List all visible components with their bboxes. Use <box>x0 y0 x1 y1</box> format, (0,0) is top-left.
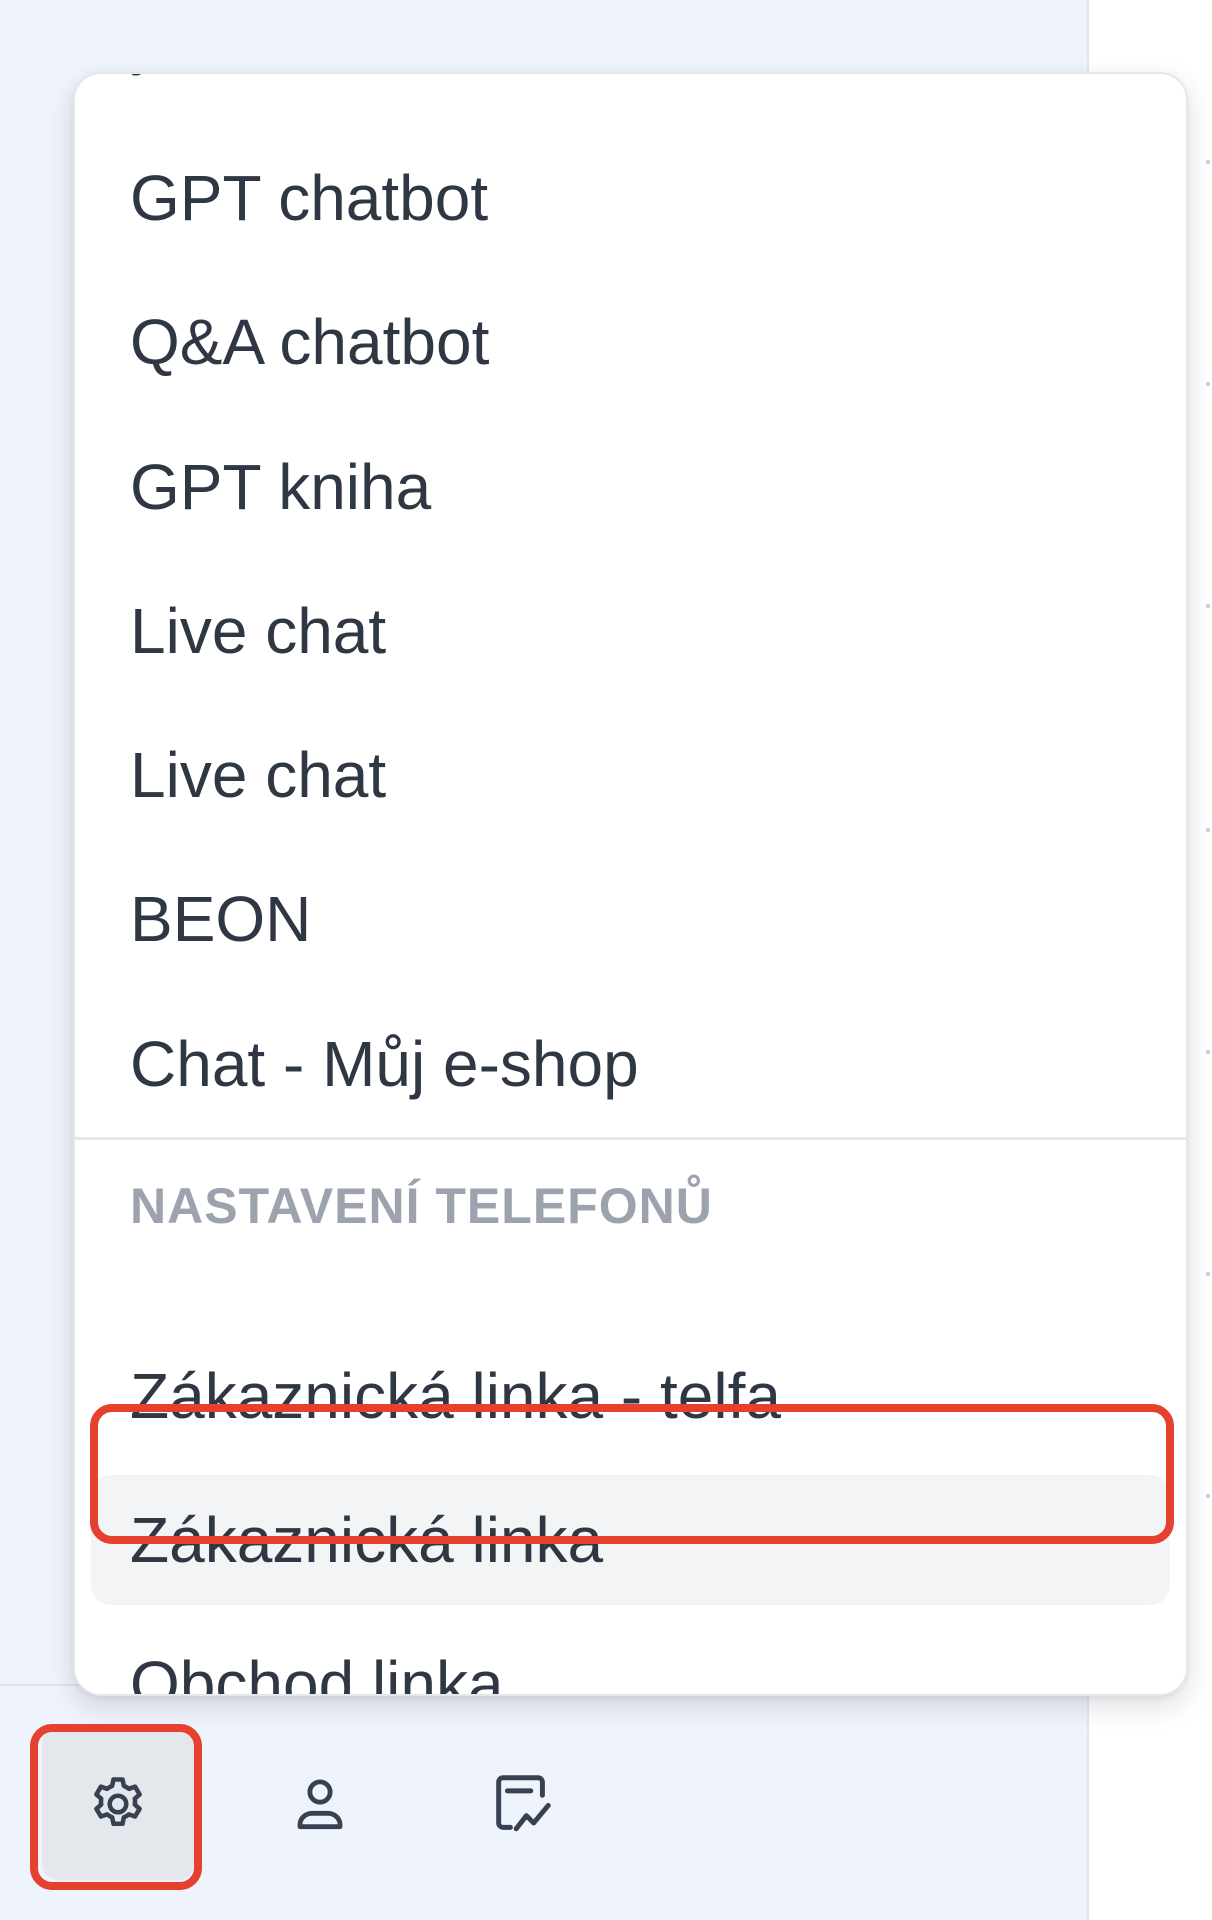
menu-item-chat-muj-eshop[interactable]: Chat - Můj e-shop <box>91 999 1170 1129</box>
menu-item-label: Live chat <box>130 595 387 667</box>
menu-group-divider <box>75 1137 1186 1140</box>
profile-button[interactable] <box>244 1728 396 1880</box>
signature-chart-button[interactable] <box>446 1728 598 1880</box>
menu-item-label: Q&A chatbot <box>130 306 490 378</box>
signature-chart-icon <box>496 1775 551 1832</box>
menu-item-label: Zákaznická linka <box>130 1504 604 1576</box>
phone-settings-header: NASTAVENÍ TELEFONŮ <box>130 1178 713 1234</box>
menu-item-label: Obchod linka <box>130 1648 504 1696</box>
menu-item-zakaznicka-linka-telfa[interactable]: Zákaznická linka - telfa <box>91 1331 1170 1461</box>
channel-dropdown-menu: y GPT chatbot Q&A chatbot GPT kniha Live… <box>73 72 1188 1696</box>
menu-item-label: BEON <box>130 883 312 955</box>
menu-item-gpt-chatbot[interactable]: GPT chatbot <box>91 133 1170 263</box>
user-icon <box>297 1779 343 1830</box>
settings-button[interactable] <box>42 1728 194 1880</box>
menu-item-beon[interactable]: BEON <box>91 854 1170 984</box>
menu-item-label: GPT chatbot <box>130 162 489 234</box>
sidebar-bottom-bar <box>0 1686 1087 1920</box>
menu-item-label: Zákaznická linka - telfa <box>130 1360 781 1432</box>
menu-item-live-chat-1[interactable]: Live chat <box>91 566 1170 696</box>
menu-item-zakaznicka-linka[interactable]: Zákaznická linka <box>91 1475 1170 1605</box>
gear-icon <box>94 1777 142 1826</box>
menu-item-label: Live chat <box>130 739 387 811</box>
right-edge-ticks <box>1206 0 1212 1920</box>
menu-item-label: GPT kniha <box>130 451 432 523</box>
menu-item-gpt-kniha[interactable]: GPT kniha <box>91 422 1170 552</box>
menu-item-label: Chat - Můj e-shop <box>130 1028 639 1100</box>
menu-item-live-chat-2[interactable]: Live chat <box>91 710 1170 840</box>
menu-item-qa-chatbot[interactable]: Q&A chatbot <box>91 277 1170 407</box>
menu-item-obchod-linka[interactable]: Obchod linka <box>91 1619 1170 1696</box>
